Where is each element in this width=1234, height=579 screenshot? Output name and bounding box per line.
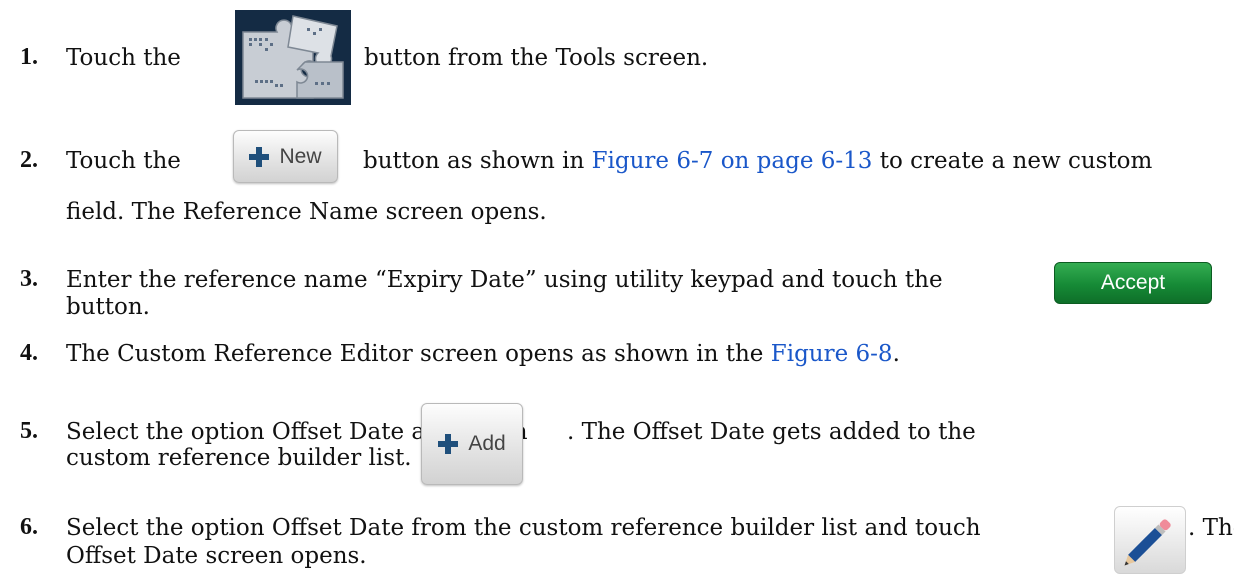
step-number: 6.: [20, 514, 38, 540]
pencil-edit-icon[interactable]: [1114, 506, 1186, 574]
add-button-label: Add: [468, 432, 506, 455]
step-text-after: button from the Tools screen.: [364, 45, 709, 71]
step-text-line2: custom reference builder list.: [66, 445, 412, 471]
step-number: 5.: [20, 418, 38, 444]
tools-puzzle-icon[interactable]: [235, 10, 351, 105]
step-text-after: . The Offset Date gets added to the: [567, 419, 976, 445]
step-text-line2: field. The Reference Name screen opens.: [66, 199, 547, 225]
puzzle-pieces-icon: [235, 10, 351, 105]
step-number: 4.: [20, 340, 38, 366]
step-2: 2. Touch the button as shown in Figure 6…: [20, 130, 1222, 230]
plus-icon: [249, 146, 270, 167]
step-text: The Custom Reference Editor screen opens…: [66, 340, 900, 368]
step-after-text: .: [892, 341, 900, 367]
step-text-line2: button.: [66, 294, 150, 320]
step-number: 2.: [20, 147, 38, 173]
step-text: Enter the reference name “Expiry Date” u…: [66, 267, 943, 293]
accept-button[interactable]: Accept: [1054, 262, 1212, 304]
figure-6-8-link[interactable]: Figure 6-8: [771, 341, 893, 367]
step-text-before: Touch the: [66, 45, 181, 71]
new-button[interactable]: New: [233, 130, 338, 183]
step-1: 1. Touch the button from the Tools scree…: [20, 0, 1222, 110]
step-after-text: to create a new custom: [879, 148, 1153, 174]
step-6: 6. Select the option Offset Date from th…: [20, 508, 1234, 574]
figure-6-7-link[interactable]: Figure 6-7 on page 6-13: [592, 148, 873, 174]
step-text-before: Select the option Offset Date from the c…: [66, 515, 981, 541]
step-middle-text: button as shown in: [363, 148, 585, 174]
step-4: 4. The Custom Reference Editor screen op…: [20, 340, 1222, 370]
plus-icon: [438, 434, 459, 454]
step-text-line2: Offset Date screen opens.: [66, 543, 367, 569]
step-5: 5. Select the option Offset Date and tou…: [20, 418, 1222, 488]
step-number: 1.: [20, 44, 38, 70]
step-text-before: Touch the: [66, 148, 181, 174]
step-text-after: . The: [1188, 515, 1234, 541]
step-3: 3. Enter the reference name “Expiry Date…: [20, 262, 1222, 332]
new-button-label: New: [279, 144, 322, 168]
step-before-text: The Custom Reference Editor screen opens…: [66, 341, 764, 367]
add-button[interactable]: Add: [421, 403, 523, 485]
pencil-icon: [1124, 519, 1171, 566]
step-number: 3.: [20, 266, 38, 292]
step-text-middle: button as shown in Figure 6-7 on page 6-…: [363, 147, 1152, 175]
